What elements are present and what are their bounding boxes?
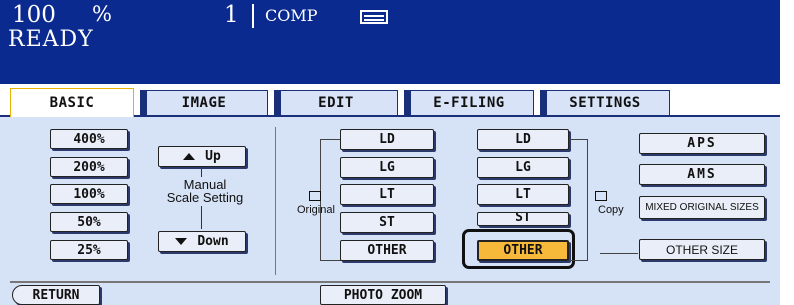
status-divider <box>252 4 254 28</box>
ams-button[interactable]: AMS <box>639 164 765 185</box>
machine-state: READY <box>8 27 94 52</box>
mode-indicator: COMP <box>265 6 318 25</box>
copy-bracket <box>569 139 588 261</box>
original-bracket <box>320 139 341 261</box>
selection-highlight <box>462 229 575 269</box>
up-arrow-icon <box>183 153 196 160</box>
manual-scale-label: Manual Scale Setting <box>160 178 250 204</box>
basic-tab-content: 400% 200% 100% 50% 25% Up Manual Scale S… <box>0 117 780 305</box>
status-bar: 100 % 1 COMP READY <box>0 0 780 84</box>
tab-e-filing[interactable]: E-FILING <box>404 90 534 115</box>
original-ld-button[interactable]: LD <box>340 129 434 150</box>
aps-button[interactable]: APS <box>639 133 765 154</box>
footer-divider <box>10 281 770 283</box>
copy-lt-button[interactable]: LT <box>477 184 569 205</box>
other-size-button[interactable]: OTHER SIZE <box>639 239 765 260</box>
zoom-up-label: Up <box>205 149 221 164</box>
scale-connector-top <box>201 169 202 177</box>
section-divider <box>275 127 276 275</box>
tab-settings[interactable]: SETTINGS <box>540 90 670 115</box>
original-st-button[interactable]: ST <box>340 212 434 233</box>
zoom-down-label: Down <box>197 234 229 249</box>
tab-strip: BASIC IMAGE EDIT E-FILING SETTINGS <box>0 84 780 117</box>
zoom-readout: 100 <box>12 2 56 28</box>
tab-edit[interactable]: EDIT <box>274 90 398 115</box>
manual-scale-label-line2: Scale Setting <box>166 190 244 205</box>
copy-ld-button[interactable]: LD <box>477 129 569 150</box>
other-size-connector <box>600 253 638 255</box>
original-label: Original <box>297 204 335 216</box>
copier-panel: 100 % 1 COMP READY BASIC IMAGE EDIT E-FI… <box>0 0 780 305</box>
zoom-400-button[interactable]: 400% <box>50 129 128 149</box>
tab-image[interactable]: IMAGE <box>140 90 268 115</box>
original-page-icon <box>309 191 321 201</box>
copy-st-button[interactable]: ST <box>477 212 569 226</box>
zoom-25-button[interactable]: 25% <box>50 240 128 260</box>
copy-lg-button[interactable]: LG <box>477 157 569 178</box>
zoom-200-button[interactable]: 200% <box>50 157 128 177</box>
zoom-unit: % <box>92 2 112 26</box>
photo-zoom-button[interactable]: PHOTO ZOOM <box>320 285 446 305</box>
scale-connector-bottom <box>201 206 202 229</box>
zoom-50-button[interactable]: 50% <box>50 212 128 232</box>
copy-page-icon <box>595 191 607 201</box>
original-other-button[interactable]: OTHER <box>340 240 434 261</box>
zoom-100-button[interactable]: 100% <box>50 184 128 204</box>
copy-count: 1 <box>224 2 239 28</box>
copy-label: Copy <box>598 204 624 216</box>
return-button[interactable]: RETURN <box>12 285 100 305</box>
original-lt-button[interactable]: LT <box>340 184 434 205</box>
mixed-original-sizes-button[interactable]: MIXED ORIGINAL SIZES <box>639 196 765 219</box>
zoom-up-button[interactable]: Up <box>158 146 246 167</box>
paper-tray-icon <box>360 10 388 24</box>
original-lg-button[interactable]: LG <box>340 157 434 178</box>
down-arrow-icon <box>175 238 188 245</box>
zoom-down-button[interactable]: Down <box>158 231 246 252</box>
tab-basic[interactable]: BASIC <box>10 88 134 117</box>
